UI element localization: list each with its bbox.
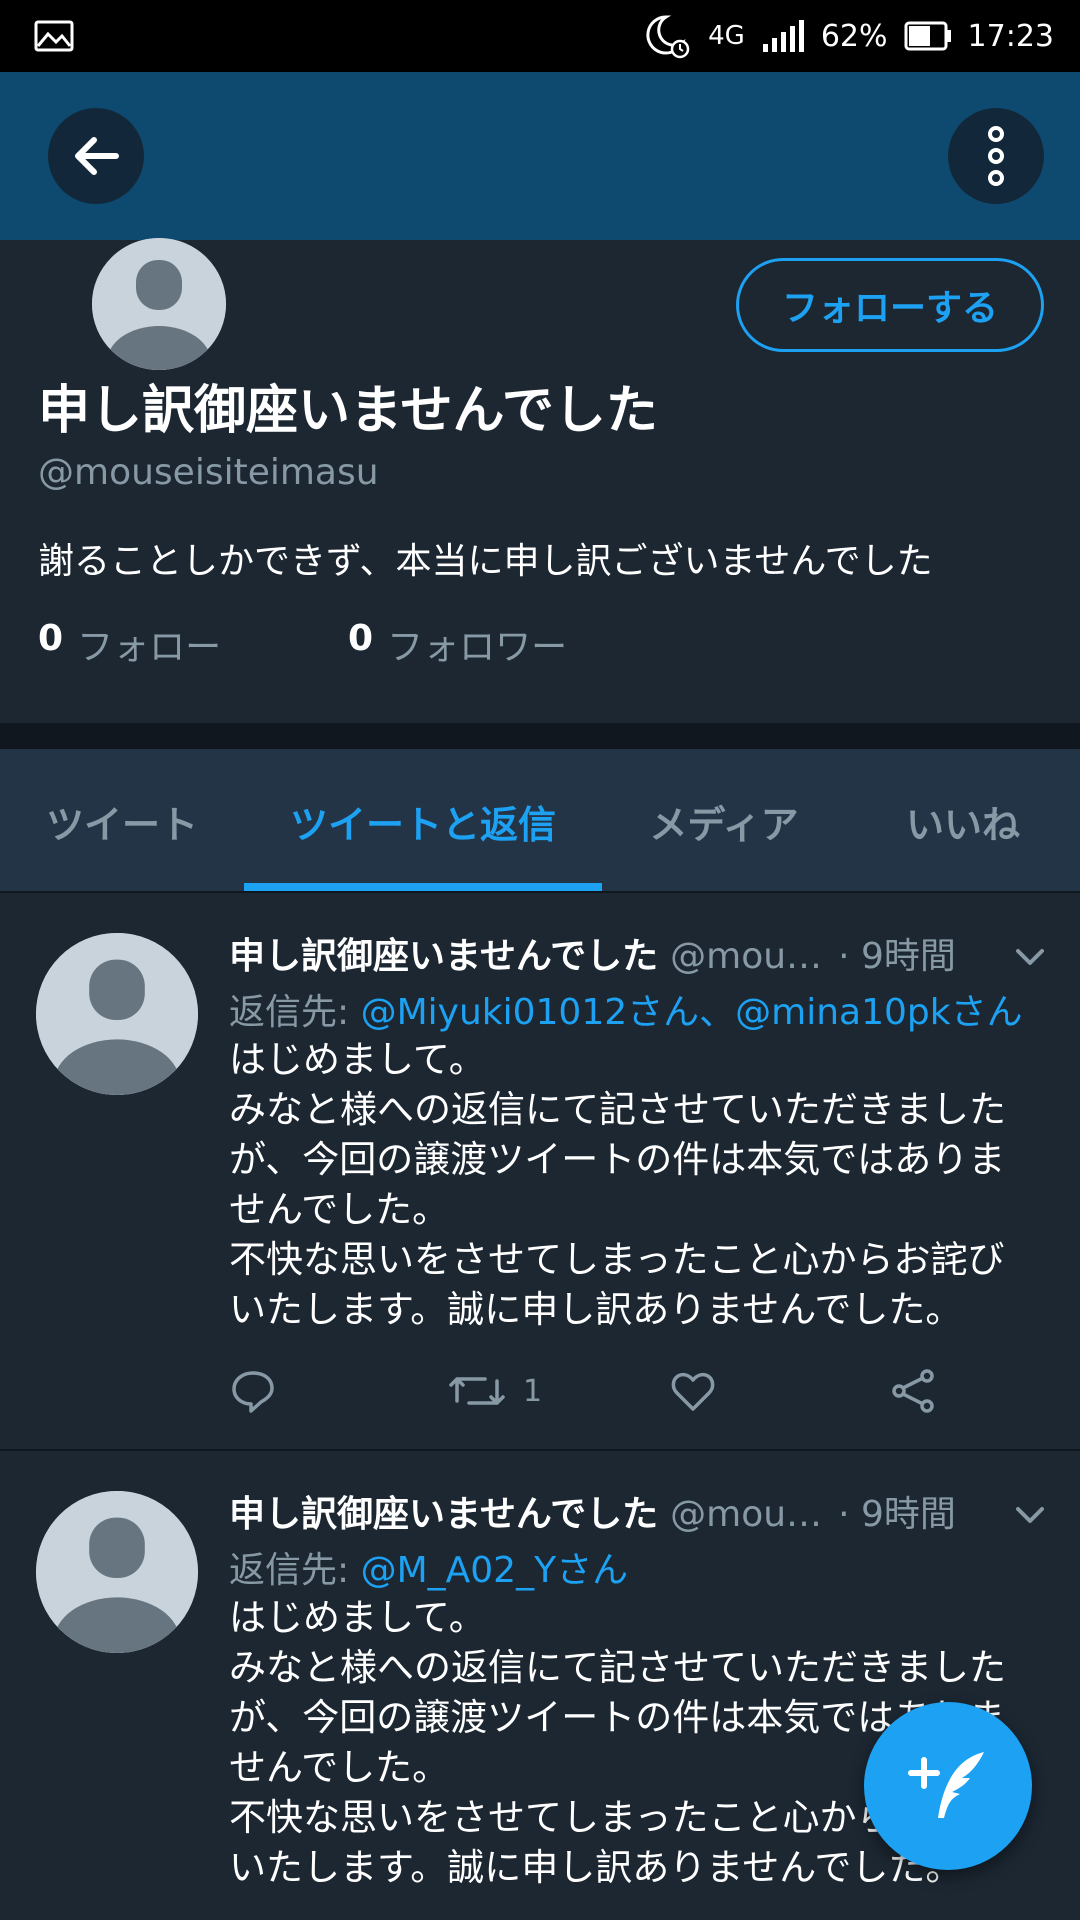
battery-percent: 62% xyxy=(820,18,888,54)
tweet-author-name: 申し訳御座いませんでした xyxy=(229,1494,659,1535)
tweet-avatar[interactable] xyxy=(36,1491,198,1653)
tweet-header: 申し訳御座いませんでした @mous... · 9時間 xyxy=(229,1485,956,1537)
profile-bio: 謝ることしかできず、本当に申し訳ございませんでした xyxy=(38,541,933,582)
followers-label: フォロワー xyxy=(387,627,568,668)
share-icon xyxy=(892,1369,934,1413)
reply-to-prefix: 返信先: xyxy=(229,1550,350,1591)
tweet-timestamp: · 9時間 xyxy=(838,1494,956,1535)
profile-handle: @mouseisiteimasu xyxy=(38,452,379,493)
tweet-actions: 1 xyxy=(229,1367,1080,1415)
tweet-text-line: が、今回の譲渡ツイートの件は本気ではありま xyxy=(229,1138,1006,1181)
tweet-text-line: 不快な思いをさせてしまったこと心からお詫び xyxy=(229,1238,1005,1281)
tweet-timestamp: · 9時間 xyxy=(838,936,956,977)
more-options-button[interactable] xyxy=(948,108,1044,204)
tweet-author-name: 申し訳御座いませんでした xyxy=(229,936,659,977)
compose-tweet-icon xyxy=(908,1752,984,1818)
app-bar xyxy=(0,72,1080,240)
default-avatar-icon xyxy=(36,933,198,1095)
tab-tweets[interactable]: ツイート xyxy=(0,749,244,893)
profile-tabs: ツイート ツイートと返信 メディア いいね xyxy=(0,749,1080,893)
followers-count: 0 xyxy=(348,618,374,659)
chevron-down-icon[interactable] xyxy=(1012,939,1048,975)
tweet[interactable]: 申し訳御座いませんでした @mous... · 9時間 返信先: @Miyuki… xyxy=(0,895,1080,1451)
reply-to-line: 返信先: @M_A02_Yさん xyxy=(229,1541,628,1593)
compose-tweet-button[interactable] xyxy=(864,1702,1032,1870)
tweet-text-line: せんでした。 xyxy=(229,1188,450,1231)
chevron-down-icon[interactable] xyxy=(1012,1497,1048,1533)
follow-button[interactable]: フォローする xyxy=(736,258,1044,352)
signal-icon xyxy=(762,20,804,52)
reply-icon xyxy=(232,1371,274,1413)
reply-to-mentions[interactable]: @M_A02_Yさん xyxy=(361,1550,629,1591)
profile-avatar[interactable] xyxy=(92,238,226,370)
tweet-text-line: みなと様への返信にて記させていただきました xyxy=(229,1646,1006,1689)
more-vertical-icon xyxy=(988,126,1004,186)
tweet-text: はじめまして。 みなと様への返信にて記させていただきました が、今回の譲渡ツイー… xyxy=(229,1035,1049,1335)
following-stat[interactable]: 0 フォロー xyxy=(38,618,348,670)
do-not-disturb-icon xyxy=(646,15,690,59)
clock: 17:23 xyxy=(967,18,1054,54)
default-avatar-icon xyxy=(36,1491,198,1653)
tweet-author-handle: @mous... xyxy=(670,936,831,977)
arrow-left-icon xyxy=(75,137,119,175)
profile-header: フォローする 申し訳御座いませんでした @mouseisiteimasu 謝るこ… xyxy=(0,238,1080,725)
retweet-icon xyxy=(449,1377,505,1405)
profile-stats: 0 フォロー 0 フォロワー xyxy=(38,618,658,670)
retweet-button[interactable]: 1 xyxy=(449,1367,669,1415)
reply-to-prefix: 返信先: xyxy=(229,992,350,1033)
reply-button[interactable] xyxy=(229,1367,449,1415)
active-tab-indicator xyxy=(244,883,602,891)
tweet-text-line: いたします。誠に申し訳ありませんでした。 xyxy=(229,1288,963,1331)
reply-to-line: 返信先: @Miyuki01012さん、@mina10pkさん xyxy=(229,983,1023,1035)
tab-likes[interactable]: いいね xyxy=(846,749,1080,893)
back-button[interactable] xyxy=(48,108,144,204)
heart-icon xyxy=(671,1372,715,1411)
tab-media[interactable]: メディア xyxy=(602,749,846,893)
followers-stat[interactable]: 0 フォロワー xyxy=(348,618,658,670)
retweet-count: 1 xyxy=(523,1373,543,1409)
following-count: 0 xyxy=(38,618,64,659)
share-button[interactable] xyxy=(889,1367,1080,1415)
tab-tweets-and-replies[interactable]: ツイートと返信 xyxy=(244,749,602,893)
profile-name: 申し訳御座いませんでした xyxy=(38,381,658,441)
like-button[interactable] xyxy=(669,1367,889,1415)
network-indicator: 4G xyxy=(708,21,745,51)
gallery-icon xyxy=(34,20,74,52)
status-bar: 4G 62% 17:23 xyxy=(0,0,1080,72)
tweet-header: 申し訳御座いませんでした @mous... · 9時間 xyxy=(229,927,956,979)
reply-to-mentions[interactable]: @Miyuki01012さん、@mina10pkさん xyxy=(361,992,1023,1033)
tweet-text-line: みなと様への返信にて記させていただきました xyxy=(229,1088,1006,1131)
tweet-author-handle: @mous... xyxy=(670,1494,831,1535)
following-label: フォロー xyxy=(77,627,222,668)
tweet-text-line: はじめまして。 xyxy=(229,1596,486,1639)
section-divider xyxy=(0,725,1080,749)
tweet-text-line: はじめまして。 xyxy=(229,1038,486,1081)
battery-icon xyxy=(904,21,951,51)
tweet-avatar[interactable] xyxy=(36,933,198,1095)
default-avatar-icon xyxy=(92,238,226,370)
